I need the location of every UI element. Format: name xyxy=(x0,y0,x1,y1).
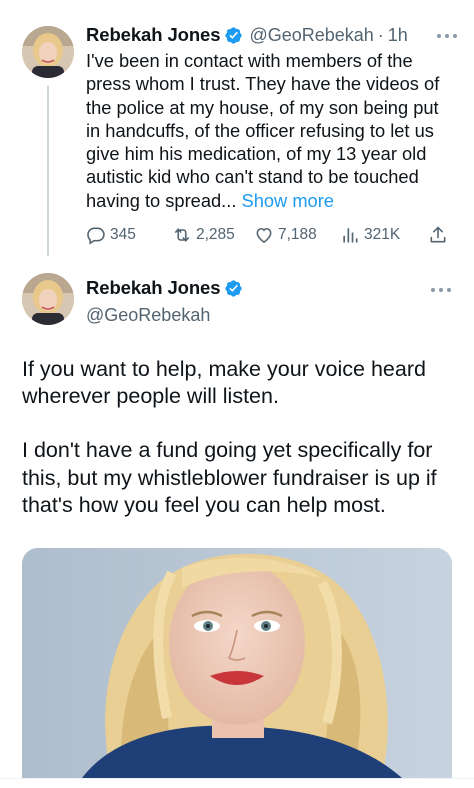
reply-count: 345 xyxy=(110,226,136,243)
main-tweet-name-row: Rebekah Jones xyxy=(86,276,243,300)
retweet-button[interactable]: 2,285 xyxy=(172,225,235,245)
retweet-count: 2,285 xyxy=(196,226,235,243)
share-button[interactable] xyxy=(428,225,452,245)
main-tweet-paragraph-1: If you want to help, make your voice hea… xyxy=(22,357,426,409)
like-button[interactable]: 7,188 xyxy=(254,225,317,245)
main-tweet-text: If you want to help, make your voice hea… xyxy=(22,356,458,519)
bottom-divider xyxy=(0,778,474,779)
views-button[interactable]: 321K xyxy=(340,225,400,245)
parent-tweet-display-name[interactable]: Rebekah Jones xyxy=(86,24,221,46)
retweet-icon xyxy=(174,228,190,242)
tweet-media-image[interactable] xyxy=(22,548,452,778)
portrait-photo xyxy=(22,548,452,778)
separator-dot: · xyxy=(377,24,384,45)
more-dots-icon[interactable] xyxy=(436,32,458,40)
main-tweet-header: Rebekah Jones @GeoRebekah xyxy=(86,276,243,326)
parent-tweet[interactable]: Rebekah Jones @GeoRebekah · 1h I've been… xyxy=(86,22,458,212)
main-tweet-display-name[interactable]: Rebekah Jones xyxy=(86,277,221,299)
verified-badge-icon xyxy=(225,26,243,44)
share-icon xyxy=(430,226,446,243)
like-count: 7,188 xyxy=(278,226,317,243)
parent-tweet-header: Rebekah Jones @GeoRebekah · 1h xyxy=(86,22,458,48)
parent-tweet-timestamp[interactable]: 1h xyxy=(388,25,408,46)
reply-icon xyxy=(87,227,105,245)
parent-tweet-handle[interactable]: @GeoRebekah xyxy=(249,25,373,46)
main-tweet-avatar[interactable] xyxy=(22,273,74,325)
parent-tweet-avatar[interactable] xyxy=(22,26,74,78)
main-tweet-paragraph-2: I don't have a fund going yet specifical… xyxy=(22,438,437,517)
parent-tweet-body: I've been in contact with members of the… xyxy=(86,50,440,211)
main-tweet-handle[interactable]: @GeoRebekah xyxy=(86,305,243,326)
view-count: 321K xyxy=(364,226,401,243)
thread-connector-line xyxy=(47,86,49,256)
show-more-link[interactable]: Show more xyxy=(242,190,334,211)
verified-badge-icon xyxy=(225,279,243,297)
views-bar-icon xyxy=(343,228,358,243)
heart-icon xyxy=(256,227,272,244)
reply-button[interactable]: 345 xyxy=(86,225,136,245)
parent-tweet-action-bar: 345 2,285 7,188 321K xyxy=(86,223,458,247)
parent-tweet-text: I've been in contact with members of the… xyxy=(86,49,456,212)
more-dots-icon[interactable] xyxy=(430,286,452,294)
